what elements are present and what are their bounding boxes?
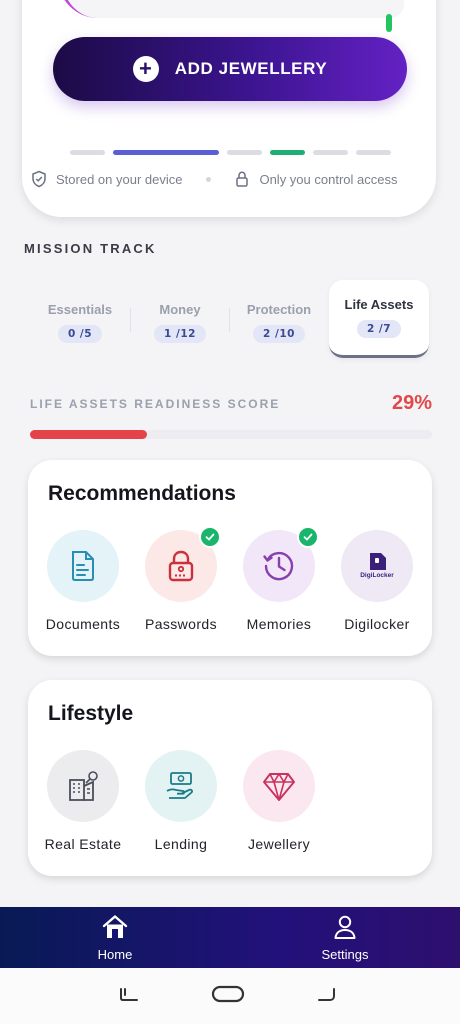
tab-divider [130,308,131,332]
asset-name-input[interactable] [58,0,404,18]
tab-progress-badge: 1 /12 [154,324,206,343]
tab-progress-badge: 2 /7 [356,320,402,338]
tab-essentials[interactable]: Essentials 0 /5 [28,288,132,356]
digilocker-logo-text: DigiLocker [360,572,394,579]
tab-label: Protection [246,301,312,317]
status-indicator [386,14,392,32]
user-icon [332,914,358,943]
tile-jewellery[interactable]: Jewellery [230,750,328,852]
system-navigation-bar [0,968,460,1024]
tile-label: Real Estate [44,836,122,852]
padlock-icon [145,526,221,602]
readiness-score-row: LIFE ASSETS READINESS SCORE 29% [30,392,432,415]
tab-protection[interactable]: Protection 2 /10 [230,288,328,356]
plus-icon: + [132,56,159,82]
completed-check-icon [199,526,221,548]
tab-label: Money [159,301,201,317]
step-segment [356,150,391,155]
history-clock-icon [243,526,319,602]
mission-track-title: MISSION TRACK [24,241,157,256]
add-jewellery-label: ADD JEWELLERY [174,59,328,78]
home-button-icon[interactable] [211,984,245,1008]
tab-life-assets[interactable]: Life Assets 2 /7 [329,280,429,358]
trust-label-device: Stored on your device [56,171,183,187]
readiness-progress-fill [30,430,147,439]
tile-digilocker[interactable]: DigiLocker Digilocker [328,530,426,632]
mission-tabs: Essentials 0 /5 Money 1 /12 Protection 2… [28,280,432,360]
step-segment [270,150,305,155]
back-icon[interactable] [316,986,338,1008]
home-icon [101,914,129,943]
tile-label: Passwords [144,616,218,632]
tab-progress-badge: 2 /10 [253,324,305,343]
tile-label: Documents [45,616,121,632]
tab-progress-badge: 0 /5 [57,324,103,343]
recommendations-title: Recommendations [48,482,236,505]
step-segment [70,150,105,155]
add-jewellery-button[interactable]: + ADD JEWELLERY [53,37,407,101]
nav-home-label: Home [97,946,133,962]
bottom-navigation: Home Settings [0,907,460,968]
recommendations-card: Recommendations Documents Passwords Memo… [28,460,432,656]
building-icon [47,750,119,822]
step-segment [227,150,262,155]
document-icon [47,530,119,602]
tile-passwords[interactable]: Passwords [132,526,230,632]
lending-hand-icon [145,750,217,822]
trust-row: Stored on your device Only you control a… [30,170,435,188]
tab-label: Life Assets [344,297,414,312]
tile-documents[interactable]: Documents [34,530,132,632]
nav-home[interactable]: Home [70,907,160,968]
step-progress [70,150,391,155]
trust-label-access: Only you control access [259,171,398,187]
step-segment [113,150,219,155]
tile-label: Lending [154,836,208,852]
tile-label: Digilocker [344,616,410,632]
tile-lending[interactable]: Lending [132,750,230,852]
tile-label: Memories [246,616,312,632]
lifestyle-card: Lifestyle Real Estate Lending Jewellery [28,680,432,876]
tab-money[interactable]: Money 1 /12 [132,288,228,356]
tile-memories[interactable]: Memories [230,526,328,632]
readiness-score-value: 29% [391,392,432,414]
readiness-score-label: LIFE ASSETS READINESS SCORE [30,396,281,411]
lifestyle-title: Lifestyle [48,702,134,725]
step-segment [313,150,348,155]
nav-settings[interactable]: Settings [300,907,390,968]
nav-settings-label: Settings [321,946,369,962]
lock-icon [233,170,251,188]
tab-label: Essentials [47,301,113,317]
shield-icon [30,170,48,188]
digilocker-icon: DigiLocker [341,530,413,602]
readiness-progress-bar [30,430,432,439]
tile-label: Jewellery [248,836,310,852]
app-screen: + ADD JEWELLERY Stored on your device On… [0,0,460,1024]
gem-icon [243,750,315,822]
completed-check-icon [297,526,319,548]
separator-dot [206,176,212,182]
tile-real-estate[interactable]: Real Estate [34,750,132,852]
recent-apps-icon[interactable] [118,986,140,1008]
